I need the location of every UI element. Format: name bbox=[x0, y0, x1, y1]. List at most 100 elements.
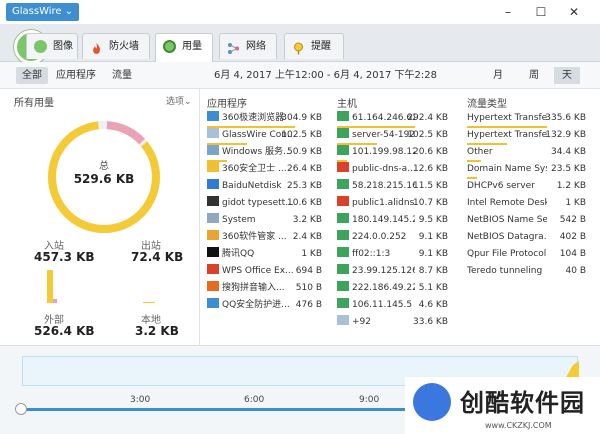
hosts-row-value: 5.1 KB bbox=[418, 283, 448, 293]
hosts-row-value: 9.5 KB bbox=[418, 215, 448, 225]
app-icon bbox=[207, 179, 219, 189]
tab-network[interactable]: 网络 bbox=[219, 33, 277, 59]
apps-row-value: 510 B bbox=[295, 283, 322, 293]
apps-row-value: 26.4 KB bbox=[287, 164, 322, 174]
traffic-row-value: 402 B bbox=[559, 232, 586, 242]
apps-row-value: 304.9 KB bbox=[281, 113, 322, 123]
app-icon bbox=[207, 298, 219, 308]
hosts-row-value: 11.5 KB bbox=[413, 181, 448, 191]
host-flag-icon bbox=[337, 298, 349, 308]
tab-usage[interactable]: 用量 bbox=[155, 33, 213, 62]
traffic-row[interactable]: NetBIOS Datagra... bbox=[467, 230, 547, 247]
host-flag-icon bbox=[337, 128, 349, 138]
traffic-row-name: Domain Name Sys... bbox=[467, 164, 547, 174]
hosts-row-value: 12.6 KB bbox=[413, 164, 448, 174]
apps-row-value: 3.2 KB bbox=[292, 215, 322, 225]
traffic-row-name: DHCPv6 server bbox=[467, 181, 535, 191]
traffic-row-value: 104 B bbox=[559, 249, 586, 259]
traffic-column-header: 流量类型 bbox=[467, 99, 507, 110]
tab-firewall-label: 防火墙 bbox=[109, 41, 139, 52]
traffic-row[interactable]: Hypertext Transfe... bbox=[467, 111, 547, 128]
tab-graph-label: 图像 bbox=[53, 41, 73, 52]
tab-graph[interactable]: 图像 bbox=[26, 33, 78, 59]
app-icon bbox=[207, 111, 219, 121]
traffic-row-value: 1.2 KB bbox=[556, 181, 586, 191]
usage-icon bbox=[163, 40, 176, 53]
period-day-button[interactable]: 天 bbox=[554, 67, 580, 84]
hosts-row-value: 10.7 KB bbox=[413, 198, 448, 208]
tab-firewall[interactable]: 防火墙 bbox=[82, 33, 150, 59]
hosts-row-name: ff02::1:3 bbox=[352, 249, 391, 259]
apps-row-value: 10.6 KB bbox=[287, 198, 322, 208]
hosts-row-value: 33.6 KB bbox=[413, 317, 448, 327]
filter-all-button[interactable]: 全部 bbox=[16, 67, 48, 84]
app-icon bbox=[207, 145, 219, 155]
external-value: 526.4 KB bbox=[34, 324, 95, 338]
host-flag-icon bbox=[337, 315, 349, 325]
app-menu-button[interactable]: GlassWire ⌄ bbox=[6, 3, 80, 21]
maximize-icon[interactable]: ☐ bbox=[533, 4, 549, 20]
app-icon bbox=[207, 281, 219, 291]
app-icon bbox=[207, 247, 219, 257]
timeline-slider-track[interactable] bbox=[20, 408, 420, 411]
hosts-row-name: +92 bbox=[352, 317, 371, 327]
app-icon bbox=[207, 230, 219, 240]
traffic-row[interactable]: NetBIOS Name Se... bbox=[467, 213, 547, 230]
watermark-name: 创酷软件园 bbox=[460, 389, 585, 417]
hosts-row-value: 9.1 KB bbox=[418, 249, 448, 259]
tab-network-label: 网络 bbox=[246, 41, 266, 52]
local-bar bbox=[143, 302, 155, 303]
apps-row-value: 2.4 KB bbox=[292, 232, 322, 242]
hosts-row-value: 20.6 KB bbox=[413, 147, 448, 157]
local-value: 3.2 KB bbox=[135, 324, 179, 338]
traffic-row[interactable]: Hypertext Transfe... bbox=[467, 128, 547, 145]
close-icon[interactable]: ✕ bbox=[566, 4, 582, 20]
hosts-row-value: 292.4 KB bbox=[407, 113, 448, 123]
minimize-icon[interactable]: – bbox=[500, 4, 516, 20]
date-range[interactable]: 6月 4, 2017 上午12:00 - 6月 4, 2017 下午2:28 bbox=[214, 67, 437, 84]
traffic-row-value: 40 B bbox=[565, 266, 587, 276]
graph-icon bbox=[34, 40, 47, 53]
traffic-row[interactable]: Teredo tunneling bbox=[467, 264, 547, 281]
traffic-row-name: NetBIOS Name Se... bbox=[467, 215, 547, 225]
traffic-row-name: Hypertext Transfe... bbox=[467, 130, 547, 140]
period-month-button[interactable]: 月 bbox=[485, 67, 511, 84]
traffic-row-name: NetBIOS Datagra... bbox=[467, 232, 547, 242]
apps-row-value: 476 B bbox=[295, 300, 322, 310]
options-dropdown[interactable]: 选项⌄ bbox=[166, 94, 192, 107]
traffic-row[interactable]: Intel Remote Desk... bbox=[467, 196, 547, 213]
traffic-row-value: 23.5 KB bbox=[551, 164, 586, 174]
outgoing-value: 72.4 KB bbox=[131, 250, 184, 264]
tab-alerts[interactable]: 提醒 bbox=[284, 33, 344, 59]
time-tick-6: 6:00 bbox=[244, 395, 265, 405]
timeline-slider-handle[interactable] bbox=[15, 403, 27, 415]
total-value: 529.6 KB bbox=[73, 172, 135, 186]
watermark: 创酷软件园 www.CKZKJ.COM bbox=[405, 377, 600, 434]
traffic-row-value: 542 B bbox=[559, 215, 586, 225]
apps-row-value: 25.3 KB bbox=[287, 181, 322, 191]
traffic-row[interactable]: Qpur File Protocol bbox=[467, 247, 547, 264]
traffic-row-value: 132.9 KB bbox=[545, 130, 586, 140]
hosts-row-value: 102.5 KB bbox=[407, 130, 448, 140]
app-icon bbox=[207, 128, 219, 138]
traffic-row[interactable]: DHCPv6 server bbox=[467, 179, 547, 196]
usage-columns: 应用程序 主机 流量类型 360极速浏览器 304.9 KB GlassWire C… bbox=[200, 89, 600, 345]
period-week-button[interactable]: 周 bbox=[521, 67, 547, 84]
host-flag-icon bbox=[337, 281, 349, 291]
total-label: 总 bbox=[99, 161, 109, 172]
host-flag-icon bbox=[337, 196, 349, 206]
traffic-row-value: 335.6 KB bbox=[545, 113, 586, 123]
app-icon bbox=[207, 213, 219, 223]
host-flag-icon bbox=[337, 213, 349, 223]
traffic-row[interactable]: Other bbox=[467, 145, 547, 162]
fire-icon bbox=[90, 40, 103, 54]
apps-row-name: System bbox=[222, 215, 256, 225]
traffic-row[interactable]: Domain Name Sys... bbox=[467, 162, 547, 179]
time-tick-3: 3:00 bbox=[130, 395, 151, 405]
filter-traffic-button[interactable]: 流量 bbox=[106, 67, 138, 84]
traffic-row-name: Qpur File Protocol bbox=[467, 249, 547, 259]
apps-row-value: 694 B bbox=[295, 266, 322, 276]
app-icon bbox=[207, 264, 219, 274]
network-icon bbox=[227, 40, 240, 54]
filter-apps-button[interactable]: 应用程序 bbox=[50, 67, 102, 84]
